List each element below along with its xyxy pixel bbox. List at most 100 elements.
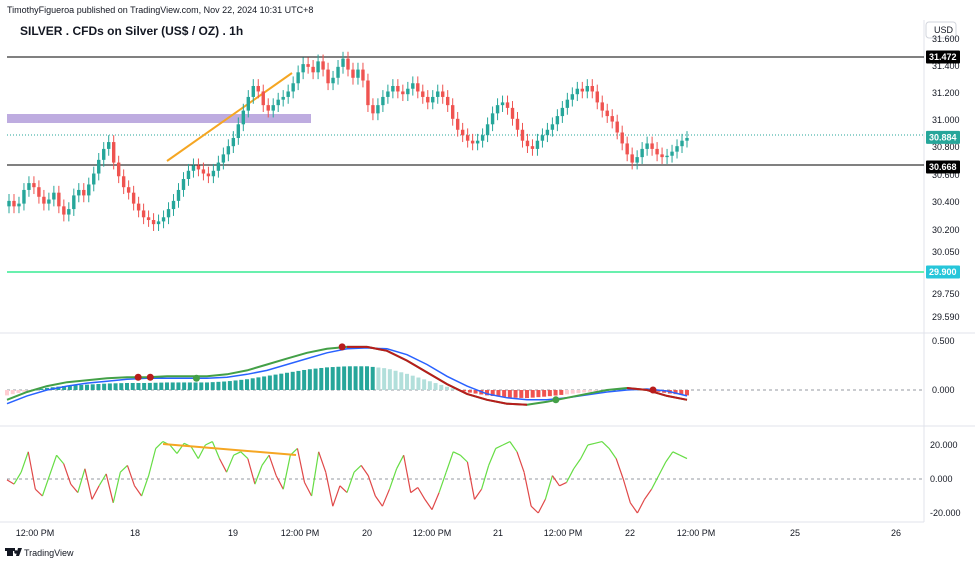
candle: [62, 199, 66, 222]
candle: [92, 166, 96, 192]
price-tag-level[interactable]: 31.472: [926, 50, 960, 64]
oscillator-segment: [63, 463, 72, 485]
candle: [296, 65, 300, 91]
macd-hist-bar: [576, 390, 581, 394]
oscillator-segment: [148, 448, 157, 476]
price-tag-support[interactable]: 29.900: [926, 265, 960, 279]
candle: [640, 142, 644, 164]
macd-hist-bar: [205, 382, 209, 390]
oscillator-segment: [551, 475, 560, 487]
oscillator-segment: [247, 458, 256, 485]
candle: [246, 90, 250, 118]
oscillator-segment: [530, 505, 539, 514]
oscillator-segment: [396, 454, 405, 470]
candle: [386, 84, 390, 104]
oscillator-segment: [481, 465, 490, 490]
macd-hist-bar: [5, 390, 9, 396]
macd-tick-label: 0.500: [932, 336, 955, 346]
oscillator-segment: [559, 481, 567, 487]
oscillator-segment: [594, 441, 603, 444]
time-axis[interactable]: 12:00 PM 18 19 12:00 PM 20 12:00 PM 21 12:00 PM…: [16, 528, 901, 538]
supply-zone[interactable]: [7, 114, 311, 123]
macd-hist-bar: [422, 379, 427, 390]
candle: [231, 131, 236, 154]
price-axis[interactable]: 31.60031.40031.20031.00030.80030.60030.4…: [926, 34, 960, 322]
candle: [620, 125, 624, 151]
oscillator-segment: [218, 458, 228, 473]
time-tick-label: 12:00 PM: [16, 528, 55, 538]
candle: [685, 131, 689, 148]
macd-hist-bar: [342, 366, 347, 390]
macd-hist-bar: [382, 368, 387, 390]
oscillator-segment: [431, 492, 440, 510]
candle: [166, 202, 171, 225]
candle: [450, 98, 455, 126]
candle: [515, 111, 520, 137]
macd-pane[interactable]: [5, 343, 924, 406]
candle: [351, 62, 355, 85]
macd-hist-bar: [467, 390, 472, 393]
candle: [12, 194, 16, 214]
candle: [151, 213, 156, 231]
macd-hist-bar: [359, 366, 364, 390]
candle: [426, 90, 430, 110]
macd-hist-bar: [182, 382, 187, 390]
candle: [186, 163, 191, 186]
macd-hist-bar: [313, 368, 318, 390]
candle: [376, 98, 380, 121]
macd-hist-bar: [685, 390, 689, 396]
macd-hist-bar: [370, 366, 375, 390]
oscillator-segment: [155, 441, 164, 449]
macd-hist-bar: [279, 373, 284, 390]
chart-canvas[interactable]: TimothyFigueroa published on TradingView…: [0, 0, 975, 566]
candles-group: [7, 51, 689, 231]
oscillator-segment: [325, 472, 334, 507]
oscillator-segment: [615, 458, 624, 480]
price-tag-label: 30.668: [929, 162, 957, 172]
price-tag-level[interactable]: 30.668: [926, 160, 960, 174]
macd-axis[interactable]: 0.500 0.000: [932, 336, 955, 395]
candle: [630, 147, 634, 170]
candle: [585, 79, 589, 99]
macd-hist-bar: [130, 382, 135, 390]
candle: [361, 62, 365, 88]
candle: [421, 84, 425, 104]
macd-hist-bar: [399, 372, 404, 390]
price-tag-last[interactable]: 30.884: [926, 130, 960, 144]
tradingview-logo[interactable]: TradingView: [5, 548, 74, 558]
macd-hist-bar: [536, 390, 541, 398]
candle: [32, 176, 36, 195]
price-tick-label: 30.050: [932, 247, 960, 257]
candle: [331, 70, 335, 91]
candle: [131, 185, 136, 211]
candle: [480, 128, 485, 148]
candle: [371, 98, 375, 121]
candle: [610, 109, 614, 129]
macd-hist-bar: [387, 369, 392, 390]
candle: [555, 109, 560, 132]
oscillator-segment: [466, 461, 476, 500]
divergence-line[interactable]: [162, 443, 297, 456]
time-tick-label: 18: [130, 528, 140, 538]
macd-cross-dot: [649, 386, 657, 394]
oscillator-segment: [282, 455, 291, 490]
time-tick-label: 21: [493, 528, 503, 538]
macd-signal-line: [6, 347, 688, 405]
candle: [580, 81, 585, 99]
candle: [206, 166, 211, 184]
candle: [116, 155, 121, 184]
macd-hist-bar: [319, 367, 324, 390]
candle: [17, 196, 21, 214]
oscillator-pane[interactable]: [6, 441, 924, 514]
candle: [341, 51, 345, 74]
oscillator-segment: [672, 451, 681, 456]
candle: [455, 111, 460, 137]
macd-hist-bar: [165, 382, 169, 390]
price-pane[interactable]: [7, 51, 924, 273]
macd-hist-bar: [330, 367, 335, 390]
oscillator-axis[interactable]: 20.000 0.000 -20.000: [930, 440, 961, 518]
tradingview-logo-icon: [5, 548, 22, 556]
candle: [286, 84, 290, 104]
candle: [460, 122, 465, 143]
oscillator-segment: [275, 475, 284, 490]
